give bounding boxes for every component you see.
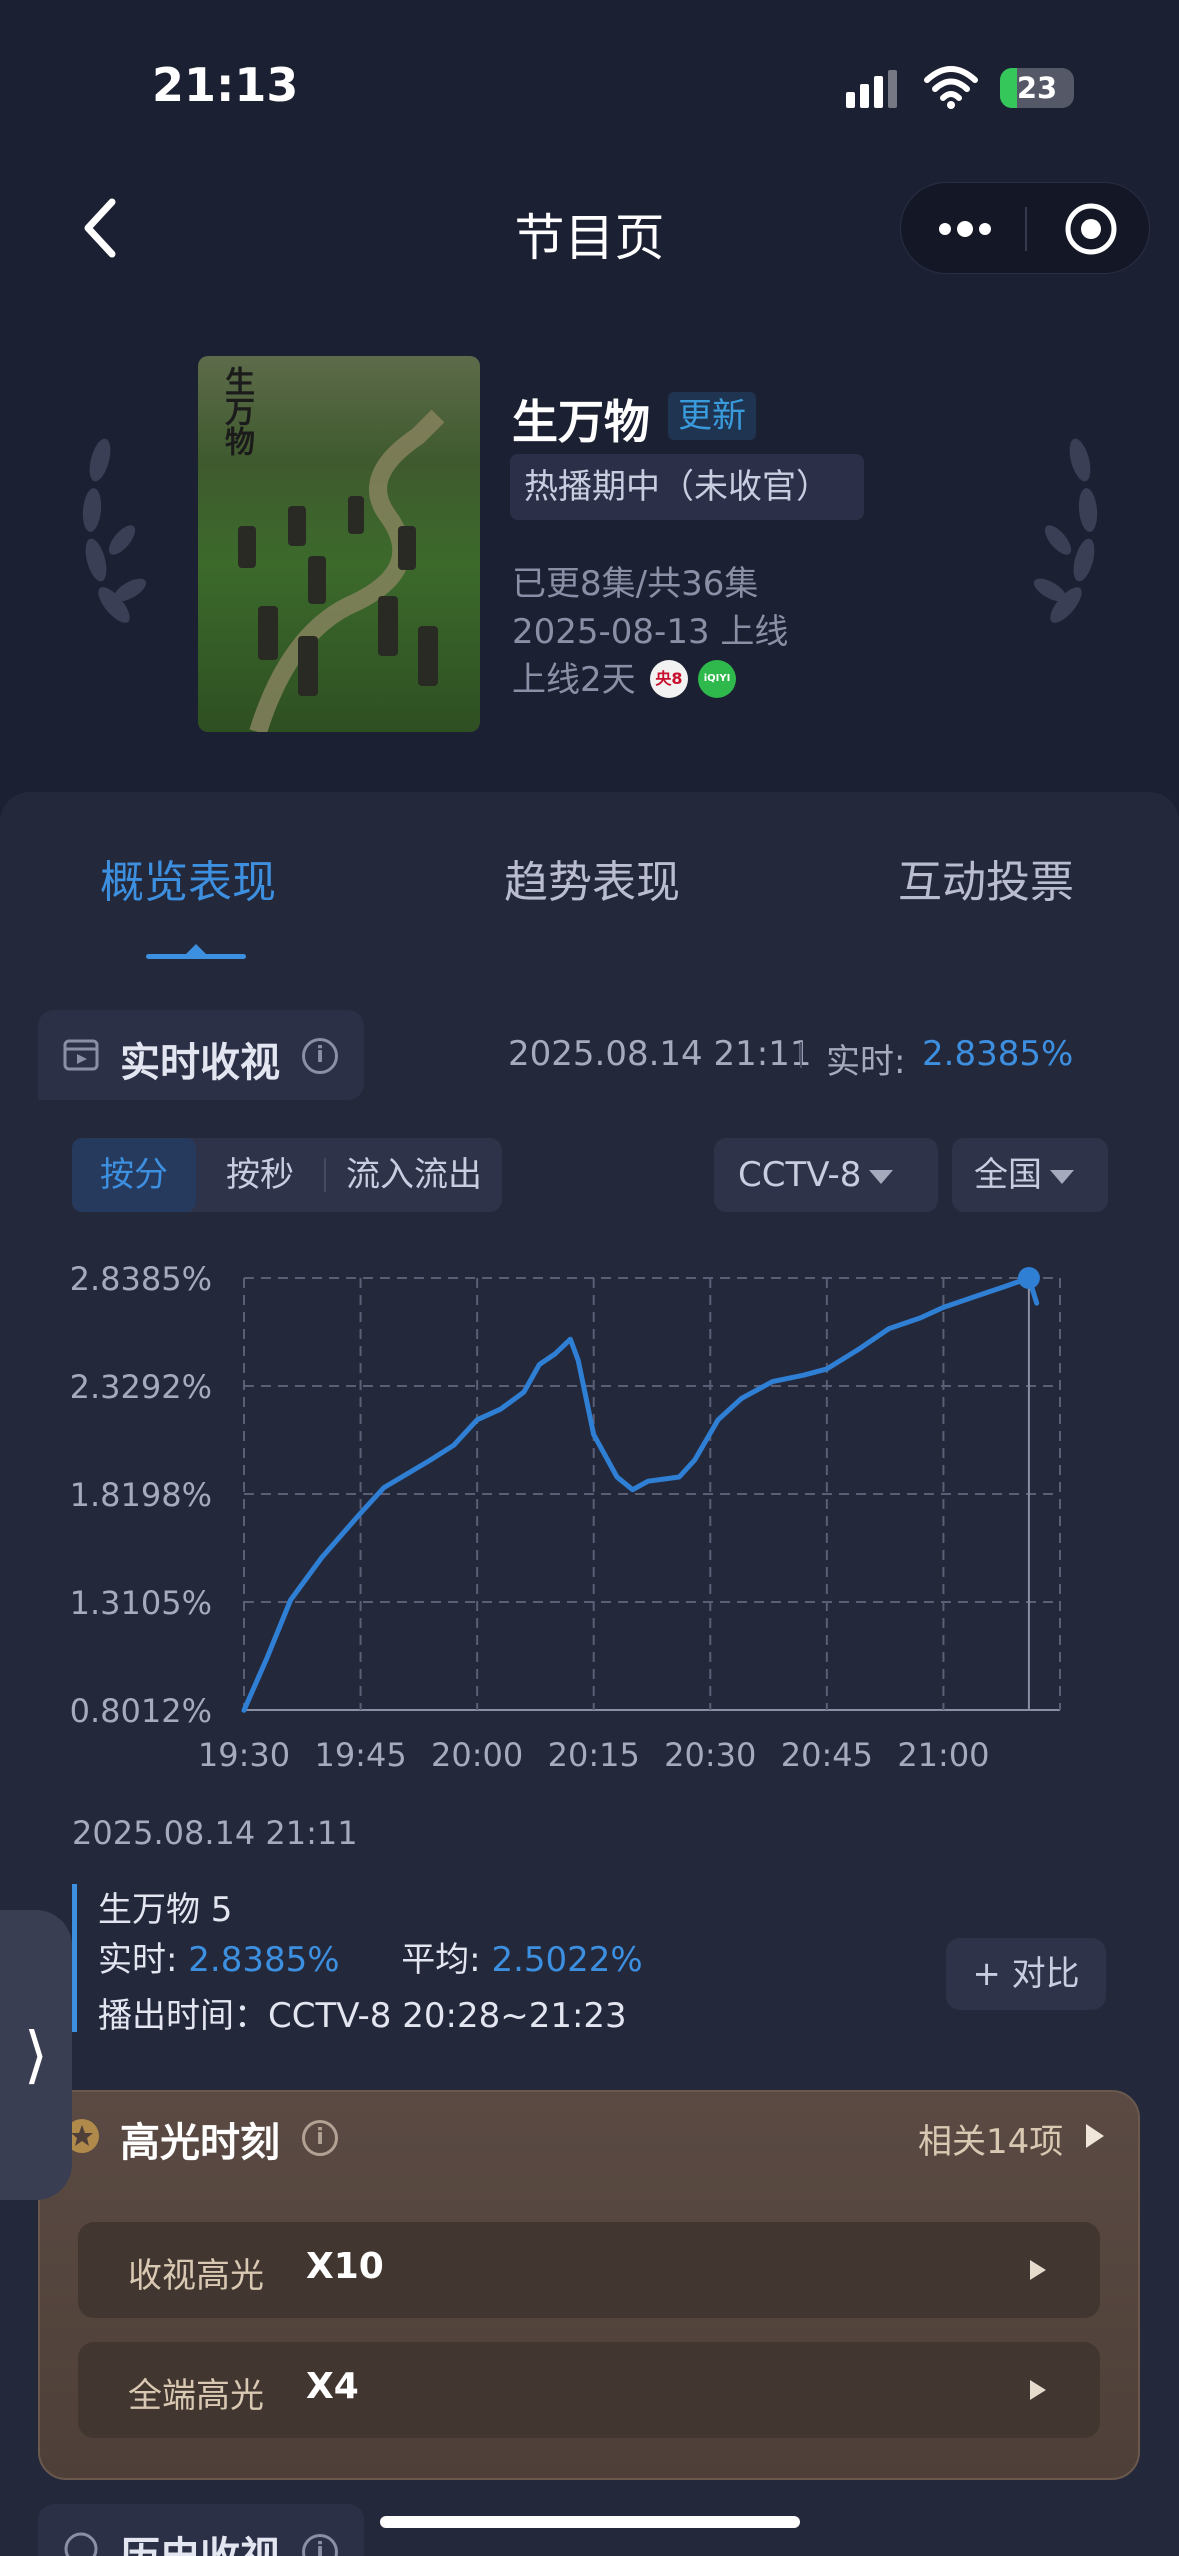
current-point-marker <box>1017 1267 1040 1289</box>
poster-title: 生万物 <box>219 366 254 456</box>
highlights-related-link[interactable]: 相关14项 <box>918 2114 1063 2163</box>
tooltip-avg-value: 2.5022% <box>491 1940 643 1980</box>
x-tick-label: 19:45 <box>314 1736 406 1774</box>
iqiyi-icon: iQIYI <box>698 660 736 698</box>
tooltip-episode: 生万物 5 <box>98 1890 233 1930</box>
capsule-divider <box>1025 207 1027 251</box>
play-icon <box>1030 2260 1046 2280</box>
highlight-count: X4 <box>306 2366 359 2407</box>
chevron-down-icon <box>1050 1169 1074 1184</box>
highlight-label: 全端高光 <box>128 2376 264 2416</box>
realtime-timestamp: 2025.08.14 21:11 <box>508 1034 812 1074</box>
play-icon[interactable] <box>1086 2124 1104 2148</box>
play-icon <box>1030 2380 1046 2400</box>
highlight-label: 收视高光 <box>128 2256 264 2296</box>
tv-icon <box>63 1039 99 1071</box>
update-badge: 更新 <box>668 392 756 440</box>
info-icon[interactable]: i <box>302 1038 338 1074</box>
tab-vote[interactable]: 互动投票 <box>898 846 1074 910</box>
x-tick-label: 20:00 <box>431 1736 523 1774</box>
wifi-icon <box>924 66 978 109</box>
home-indicator[interactable] <box>380 2516 800 2528</box>
y-tick-label: 1.3105% <box>70 1584 212 1622</box>
tab-overview[interactable]: 概览表现 <box>100 846 276 910</box>
days-online: 上线2天 <box>512 660 636 700</box>
seg-inflow-outflow[interactable]: 流入流出 <box>326 1138 502 1212</box>
tooltip-avg-label: 平均: <box>401 1940 481 1980</box>
tooltip-values: 实时: 2.8385% 平均: 2.5022% <box>98 1932 643 1981</box>
history-icon <box>64 2532 98 2556</box>
chevron-down-icon <box>869 1169 894 1184</box>
granularity-switch: 按分 按秒 流入流出 <box>72 1138 502 1212</box>
highlight-row-all-platform[interactable]: 全端高光 X4 <box>78 2342 1100 2438</box>
region-dropdown[interactable]: 全国 <box>952 1138 1108 1212</box>
history-title: 历史收视 <box>120 2524 280 2556</box>
realtime-label: 实时: <box>826 1042 906 1082</box>
seg-by-minute[interactable]: 按分 <box>72 1138 196 1212</box>
highlight-row-ratings[interactable]: 收视高光 X10 <box>78 2222 1100 2318</box>
tooltip-realtime-value: 2.8385% <box>188 1940 340 1980</box>
battery-icon: 23 <box>1000 68 1074 108</box>
episode-count: 已更8集/共36集 <box>512 564 759 604</box>
realtime-title: 实时收视 <box>120 1040 280 1086</box>
x-tick-label: 20:45 <box>781 1736 873 1774</box>
y-tick-label: 2.8385% <box>70 1260 212 1298</box>
channel-value: CCTV-8 <box>738 1155 862 1195</box>
ratings-chart[interactable]: 0.8012% 1.3105% 1.8198% 2.3292% 2.8385% 19:30… <box>0 1230 1179 1790</box>
tooltip-airtime: 播出时间：CCTV-8 20:28~21:23 <box>98 1996 627 2036</box>
realtime-divider <box>800 1042 802 1068</box>
x-tick-label: 19:30 <box>198 1736 290 1774</box>
y-tick-label: 2.3292% <box>70 1368 212 1406</box>
x-tick-label: 20:15 <box>548 1736 640 1774</box>
show-poster[interactable]: 生万物 <box>198 356 480 732</box>
tab-indicator-caret <box>186 944 206 954</box>
y-tick-label: 0.8012% <box>70 1692 212 1730</box>
tab-indicator <box>146 954 246 959</box>
tooltip-realtime-label: 实时: <box>98 1940 178 1980</box>
x-tick-label: 21:00 <box>897 1736 989 1774</box>
status-time: 21:13 <box>152 58 299 112</box>
broadcast-status: 热播期中（未收官） <box>510 454 864 520</box>
laurel-left-icon <box>82 438 147 623</box>
tab-trend[interactable]: 趋势表现 <box>504 846 680 910</box>
realtime-value: 2.8385% <box>922 1034 1074 1074</box>
y-tick-label: 1.8198% <box>70 1476 212 1514</box>
cctv8-icon: 央8 <box>650 660 688 698</box>
highlights-title: 高光时刻 <box>120 2120 280 2166</box>
tooltip-timestamp: 2025.08.14 21:11 <box>72 1814 358 1852</box>
target-icon[interactable] <box>1063 201 1119 257</box>
channel-dropdown[interactable]: CCTV-8 <box>714 1138 938 1212</box>
battery-level: 23 <box>1016 71 1058 105</box>
region-value: 全国 <box>974 1155 1042 1195</box>
premiere-date: 2025-08-13 上线 <box>512 612 789 652</box>
tooltip-series-bar <box>72 1884 77 2032</box>
compare-button[interactable]: + 对比 <box>946 1938 1106 2010</box>
highlight-count: X10 <box>306 2246 384 2287</box>
info-icon[interactable]: i <box>302 2120 338 2156</box>
show-name: 生万物 <box>512 395 650 449</box>
signal-icon <box>846 70 897 108</box>
x-tick-label: 20:30 <box>664 1736 756 1774</box>
laurel-right-icon <box>1033 438 1098 623</box>
mini-program-capsule <box>900 182 1150 274</box>
side-drawer-tab[interactable]: ⟩ <box>0 1910 72 2200</box>
seg-by-second[interactable]: 按秒 <box>196 1138 324 1212</box>
more-icon[interactable] <box>935 209 995 249</box>
